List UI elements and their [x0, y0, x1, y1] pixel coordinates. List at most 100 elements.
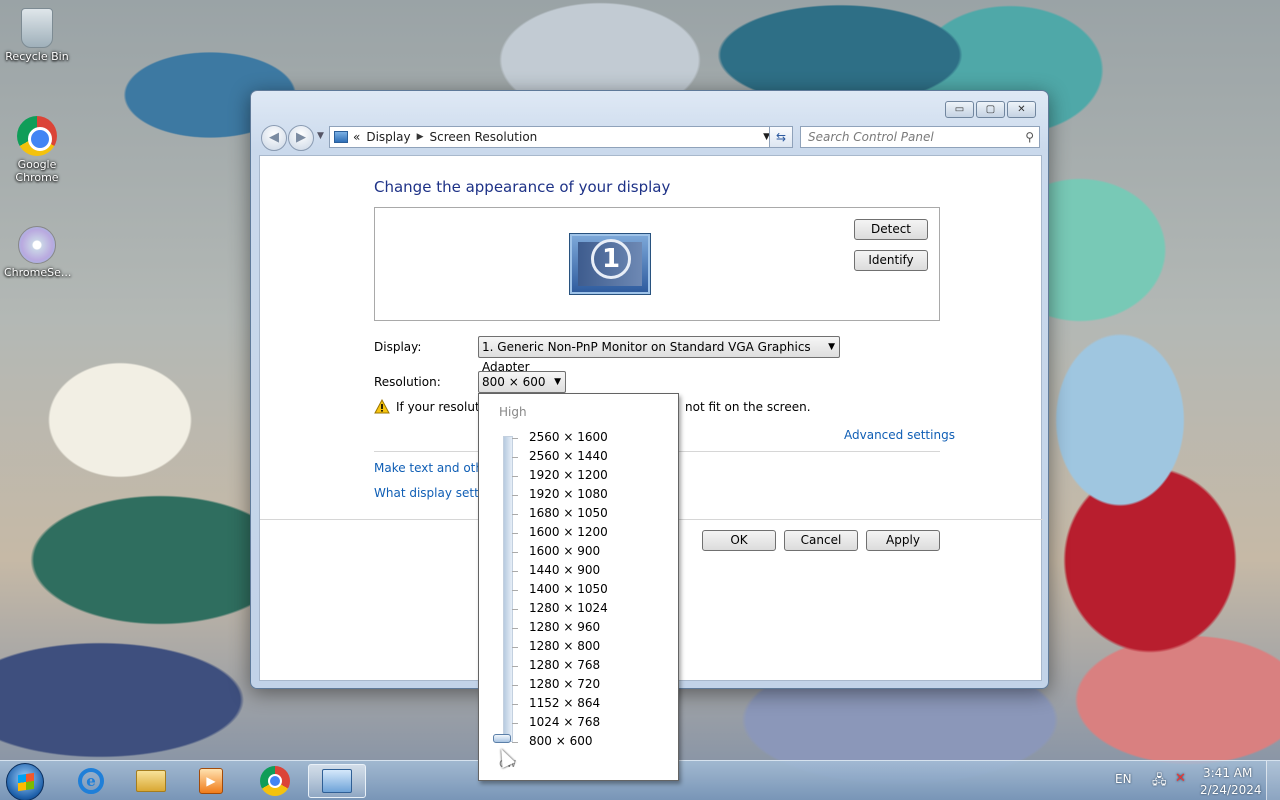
show-desktop-button[interactable] [1266, 761, 1280, 800]
resolution-option[interactable]: 2560 × 1600 [529, 430, 608, 444]
slider-tick [512, 609, 518, 610]
resolution-option[interactable]: 1280 × 960 [529, 620, 600, 634]
resolution-option[interactable]: 2560 × 1440 [529, 449, 608, 463]
resolution-option[interactable]: 1920 × 1200 [529, 468, 608, 482]
monitor-1-icon[interactable]: 1 [570, 234, 650, 294]
warning-text-start: If your resolutio [396, 400, 491, 414]
control-panel-icon [334, 131, 348, 143]
minimize-button[interactable]: ▭ [945, 101, 974, 118]
internet-explorer-icon: e [78, 768, 104, 794]
slider-tick [512, 590, 518, 591]
resolution-option[interactable]: 1280 × 1024 [529, 601, 608, 615]
chrome-icon [260, 766, 290, 796]
breadcrumb-prefix[interactable]: « [353, 130, 360, 144]
address-row: ◀ ▶ ▼ « Display ▶ Screen Resolution ▼ ⇆ … [259, 125, 1040, 151]
slider-tick [512, 495, 518, 496]
search-input[interactable]: Search Control Panel ⚲ [800, 126, 1040, 148]
monitor-preview-box: 1 Detect Identify [374, 207, 940, 321]
slider-tick [512, 685, 518, 686]
close-button[interactable]: ✕ [1007, 101, 1036, 118]
slider-tick [512, 514, 518, 515]
slider-tick [512, 457, 518, 458]
resolution-option[interactable]: 800 × 600 [529, 734, 593, 748]
volume-muted-icon[interactable]: ✕ [1175, 771, 1186, 786]
system-tray: EN 🖧 ✕ 3:41 AM 2/24/2024 [1100, 761, 1280, 800]
taskbar-control-panel[interactable] [308, 764, 366, 798]
resolution-option[interactable]: 1280 × 800 [529, 639, 600, 653]
search-placeholder: Search Control Panel [808, 130, 934, 144]
desktop-icon-google-chrome[interactable]: Google Chrome [4, 116, 70, 184]
taskbar-media-player[interactable]: ▶ [182, 764, 240, 798]
desktop-icon-label: ChromeSe... [4, 266, 72, 279]
desktop-icon-chrome-setup[interactable]: ChromeSe... [4, 226, 72, 279]
display-select[interactable]: 1. Generic Non-PnP Monitor on Standard V… [478, 336, 840, 374]
clock-date[interactable]: 2/24/2024 [1200, 783, 1262, 797]
ok-button[interactable]: OK [702, 530, 776, 551]
advanced-settings-link[interactable]: Advanced settings [844, 428, 955, 442]
resolution-option[interactable]: 1440 × 900 [529, 563, 600, 577]
search-icon[interactable]: ⚲ [1025, 127, 1034, 147]
resolution-select-value: 800 × 600 [482, 375, 546, 389]
breadcrumb-display[interactable]: Display [366, 130, 410, 144]
resolution-option[interactable]: 1600 × 1200 [529, 525, 608, 539]
slider-tick [512, 628, 518, 629]
cancel-button[interactable]: Cancel [784, 530, 858, 551]
warning-text-end: not fit on the screen. [685, 400, 811, 414]
monitor-number: 1 [591, 239, 631, 279]
resolution-option[interactable]: 1600 × 900 [529, 544, 600, 558]
resolution-select[interactable]: 800 × 600 ▼ [478, 371, 566, 393]
desktop-icon-label: Google Chrome [15, 158, 59, 184]
resolution-slider-track[interactable] [503, 436, 513, 742]
identify-button[interactable]: Identify [854, 250, 928, 271]
windows-logo-icon [18, 772, 34, 792]
folder-icon [136, 770, 166, 792]
page-title: Change the appearance of your display [374, 178, 671, 196]
slider-tick [512, 723, 518, 724]
warning-icon [374, 399, 390, 414]
forward-button[interactable]: ▶ [288, 125, 314, 151]
desktop-icon-label: Recycle Bin [5, 50, 69, 63]
clock-time[interactable]: 3:41 AM [1203, 766, 1252, 780]
resolution-option[interactable]: 1400 × 1050 [529, 582, 608, 596]
slider-tick [512, 552, 518, 553]
resolution-option[interactable]: 1280 × 720 [529, 677, 600, 691]
chevron-down-icon: ▼ [554, 377, 561, 387]
maximize-button[interactable]: ▢ [976, 101, 1005, 118]
slider-tick [512, 704, 518, 705]
back-button[interactable]: ◀ [261, 125, 287, 151]
resolution-slider-thumb[interactable] [493, 734, 511, 743]
resolution-option[interactable]: 1920 × 1080 [529, 487, 608, 501]
breadcrumb-screen-resolution[interactable]: Screen Resolution [430, 130, 538, 144]
resolution-option[interactable]: 1280 × 768 [529, 658, 600, 672]
breadcrumb-separator-icon[interactable]: ▶ [417, 132, 424, 142]
control-panel-icon [322, 769, 352, 793]
slider-tick [512, 647, 518, 648]
slider-tick [512, 742, 518, 743]
resolution-option[interactable]: 1024 × 768 [529, 715, 600, 729]
address-bar[interactable]: « Display ▶ Screen Resolution ▼ [329, 126, 775, 148]
recent-pages-dropdown[interactable]: ▼ [317, 131, 324, 141]
slider-tick [512, 666, 518, 667]
network-icon[interactable]: 🖧 [1152, 771, 1167, 793]
resolution-label: Resolution: [374, 375, 441, 389]
resolution-option[interactable]: 1680 × 1050 [529, 506, 608, 520]
detect-button[interactable]: Detect [854, 219, 928, 240]
slider-tick [512, 438, 518, 439]
language-indicator[interactable]: EN [1115, 772, 1132, 786]
taskbar-file-explorer[interactable] [122, 764, 180, 798]
media-player-icon: ▶ [199, 768, 223, 794]
resolution-option[interactable]: 1152 × 864 [529, 696, 600, 710]
chevron-down-icon: ▼ [828, 342, 835, 352]
recycle-bin-icon [21, 8, 53, 48]
slider-tick [512, 571, 518, 572]
apply-button[interactable]: Apply [866, 530, 940, 551]
refresh-button[interactable]: ⇆ [769, 126, 793, 148]
slider-tick [512, 476, 518, 477]
slider-tick [512, 533, 518, 534]
slider-high-label: High [499, 405, 527, 419]
desktop-icon-recycle-bin[interactable]: Recycle Bin [4, 8, 70, 63]
window-controls: ▭ ▢ ✕ [945, 101, 1036, 118]
taskbar-chrome[interactable] [246, 764, 304, 798]
taskbar-internet-explorer[interactable]: e [62, 764, 120, 798]
start-button[interactable] [6, 763, 44, 800]
